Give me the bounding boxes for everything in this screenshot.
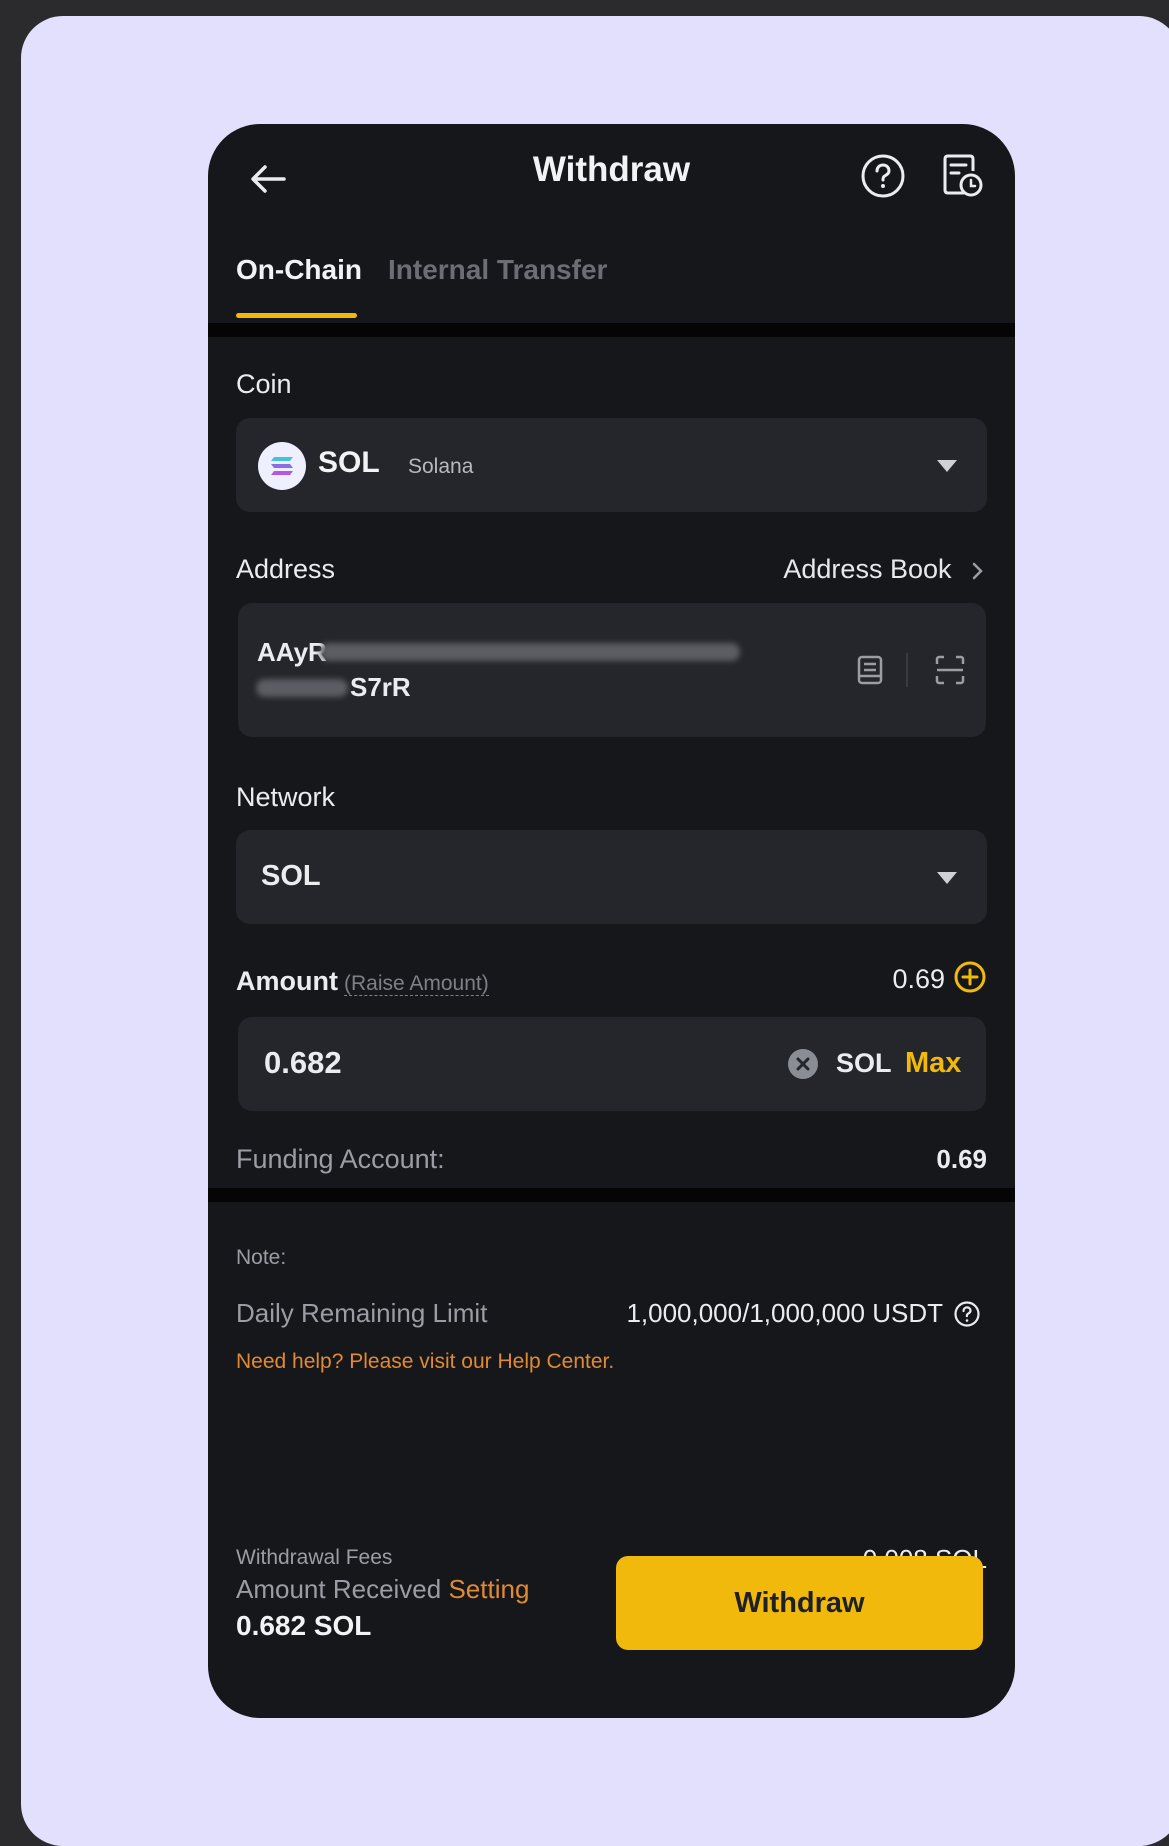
- amount-received-label: Amount Received: [236, 1574, 442, 1604]
- coin-select[interactable]: SOL Solana: [236, 418, 987, 512]
- address-redacted-segment: [256, 679, 348, 697]
- amount-received-value: 0.682 SOL: [236, 1610, 372, 1641]
- address-book-label: Address Book: [783, 554, 952, 584]
- clear-icon[interactable]: [788, 1049, 818, 1079]
- active-tab-indicator: [236, 313, 357, 318]
- address-book-icon[interactable]: [848, 648, 892, 692]
- amount-unit: SOL: [836, 1048, 892, 1078]
- address-redacted-segment: [320, 643, 740, 661]
- withdraw-button[interactable]: Withdraw: [616, 1556, 983, 1650]
- daily-limit-label: Daily Remaining Limit: [236, 1298, 488, 1328]
- caret-down-icon: [937, 872, 957, 884]
- section-divider: [208, 1188, 1015, 1202]
- setting-link[interactable]: Setting: [448, 1574, 529, 1604]
- amount-balance: 0.69: [892, 964, 945, 994]
- address-value-start: AAyR: [257, 637, 327, 667]
- amount-value: 0.682: [264, 1045, 342, 1080]
- network-value: SOL: [261, 860, 321, 892]
- chevron-right-icon: [972, 562, 983, 580]
- amount-label-row: Amount (Raise Amount): [236, 966, 489, 997]
- address-label: Address: [236, 554, 336, 584]
- address-value-end: S7rR: [350, 672, 411, 702]
- history-icon[interactable]: [932, 146, 992, 206]
- address-book-link[interactable]: Address Book: [783, 554, 985, 585]
- tab-internal-transfer[interactable]: Internal Transfer: [388, 254, 607, 286]
- amount-received-row: Amount Received Setting: [236, 1574, 529, 1605]
- limit-help-icon[interactable]: [953, 1300, 981, 1328]
- daily-limit-value: 1,000,000/1,000,000 USDT: [626, 1298, 943, 1328]
- withdrawal-fees-label: Withdrawal Fees: [236, 1546, 393, 1569]
- funding-account-label: Funding Account:: [236, 1144, 445, 1174]
- coin-name: Solana: [408, 455, 474, 478]
- help-icon[interactable]: [853, 146, 913, 206]
- tab-on-chain[interactable]: On-Chain: [236, 254, 362, 286]
- raise-amount-link[interactable]: (Raise Amount): [343, 972, 489, 996]
- funding-account-value: 0.69: [936, 1144, 987, 1174]
- solana-logo-icon: [258, 442, 306, 490]
- withdraw-screen: Withdraw On-Chain Internal Transfer Coin…: [208, 124, 1015, 1718]
- max-button[interactable]: Max: [905, 1047, 961, 1080]
- network-select[interactable]: SOL: [236, 830, 987, 924]
- address-input[interactable]: AAyR S7rR: [238, 603, 986, 737]
- network-label: Network: [236, 782, 336, 812]
- coin-symbol: SOL: [318, 446, 380, 479]
- help-center-link[interactable]: Need help? Please visit our Help Center.: [236, 1350, 614, 1374]
- note-label: Note:: [236, 1246, 287, 1269]
- section-divider: [208, 323, 1015, 337]
- amount-label: Amount: [236, 966, 338, 996]
- caret-down-icon: [937, 460, 957, 472]
- amount-input[interactable]: 0.682 SOL Max: [238, 1017, 986, 1111]
- scan-qr-icon[interactable]: [928, 648, 972, 692]
- add-funds-icon[interactable]: [953, 960, 987, 994]
- icon-separator: [906, 653, 908, 687]
- coin-label: Coin: [236, 369, 292, 399]
